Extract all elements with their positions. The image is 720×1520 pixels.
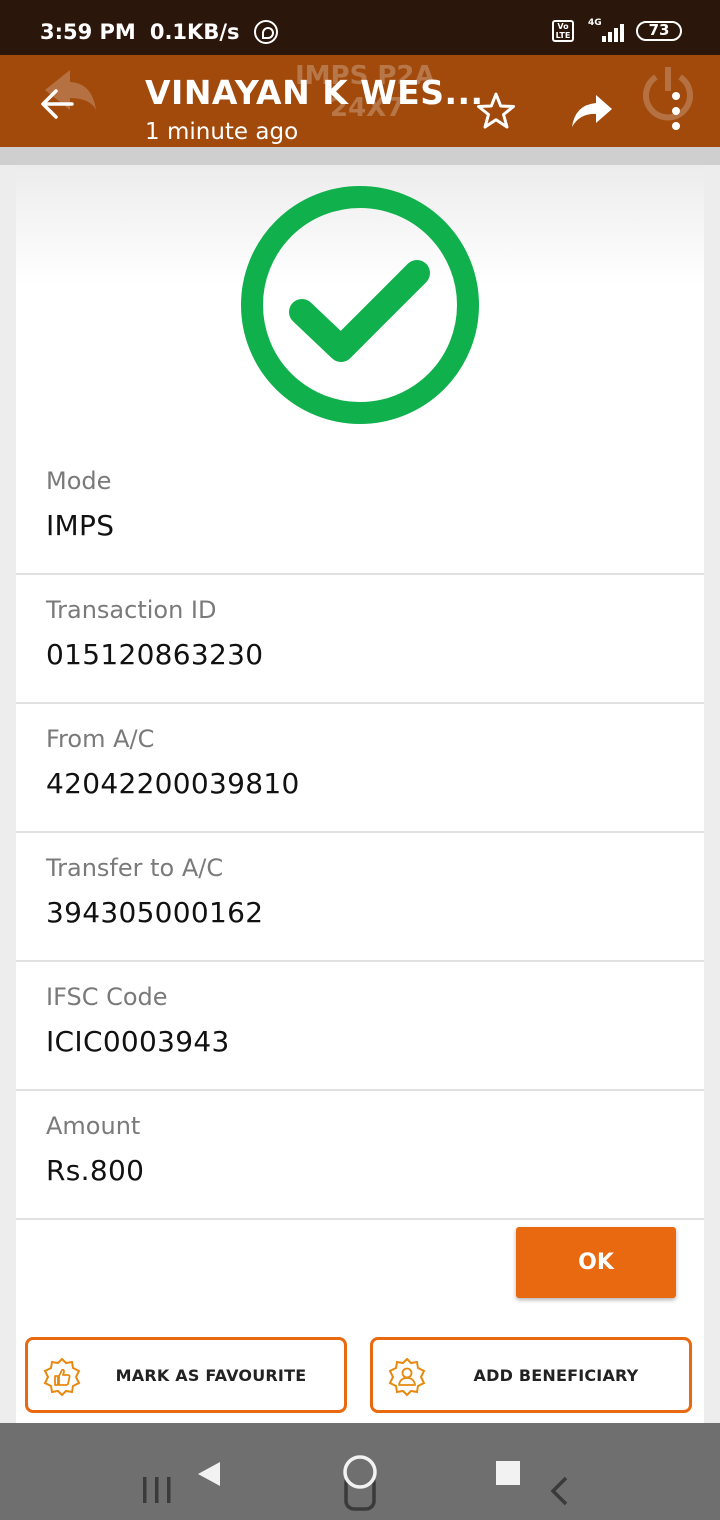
more-vert-icon[interactable] [670, 91, 682, 131]
add-beneficiary-label: ADD BENEFICIARY [473, 1365, 639, 1385]
detail-row-from-account: From A/C 42042200039810 [16, 703, 704, 833]
share-icon[interactable] [570, 93, 614, 129]
page-subtitle: 1 minute ago [145, 119, 299, 145]
check-circle-icon [241, 186, 479, 424]
ifsc-value: ICIC0003943 [46, 1025, 230, 1058]
battery-icon: 73 [636, 21, 682, 41]
volte-icon: Vo LTE [552, 20, 574, 42]
mode-value: IMPS [46, 509, 115, 542]
add-beneficiary-button[interactable]: ADD BENEFICIARY [370, 1337, 692, 1413]
detail-row-mode: Mode IMPS [16, 445, 704, 575]
transaction-id-label: Transaction ID [46, 596, 217, 624]
home-icon[interactable] [338, 1453, 382, 1513]
amount-value: Rs.800 [46, 1154, 145, 1187]
ok-button[interactable]: OK [516, 1227, 676, 1298]
signal-icon: 4G [586, 18, 624, 42]
ifsc-label: IFSC Code [46, 983, 168, 1011]
to-account-label: Transfer to A/C [46, 854, 224, 882]
mode-label: Mode [46, 467, 112, 495]
page-title: VINAYAN K WES... [145, 73, 484, 112]
to-account-value: 394305000162 [46, 896, 264, 929]
detail-row-to-account: Transfer to A/C 394305000162 [16, 832, 704, 962]
success-banner [16, 165, 704, 455]
star-icon[interactable] [476, 91, 516, 131]
detail-row-transaction-id: Transaction ID 015120863230 [16, 574, 704, 704]
system-nav-bar [0, 1423, 720, 1520]
header-divider [0, 147, 720, 165]
mark-favourite-label: MARK AS FAVOURITE [115, 1365, 307, 1385]
recent-apps-icon[interactable] [140, 1475, 174, 1505]
whatsapp-icon [253, 20, 278, 44]
back-chevron-icon[interactable] [548, 1475, 572, 1507]
mark-favourite-button[interactable]: MARK AS FAVOURITE [25, 1337, 347, 1413]
network-type: 4G [588, 18, 602, 28]
back-arrow-icon[interactable] [38, 85, 76, 123]
detail-row-amount: Amount Rs.800 [16, 1090, 704, 1220]
from-account-label: From A/C [46, 725, 155, 753]
from-account-value: 42042200039810 [46, 767, 300, 800]
transaction-id-value: 015120863230 [46, 638, 264, 671]
transaction-card: Mode IMPS Transaction ID 015120863230 Fr… [16, 165, 704, 1423]
amount-label: Amount [46, 1112, 141, 1140]
status-time: 3:59 PM [40, 20, 136, 44]
detail-row-ifsc: IFSC Code ICIC0003943 [16, 961, 704, 1091]
back-triangle-icon[interactable] [194, 1459, 224, 1489]
network-speed: 0.1KB/s [149, 20, 240, 44]
overview-square-icon[interactable] [494, 1459, 522, 1487]
status-bar: 3:59 PM 0.1KB/s Vo LTE 4G 73 [0, 0, 720, 55]
app-header: IMPS P2A 24X7 VINAYAN K WES... 1 minute … [0, 55, 720, 147]
ghost-power-icon [643, 67, 693, 121]
